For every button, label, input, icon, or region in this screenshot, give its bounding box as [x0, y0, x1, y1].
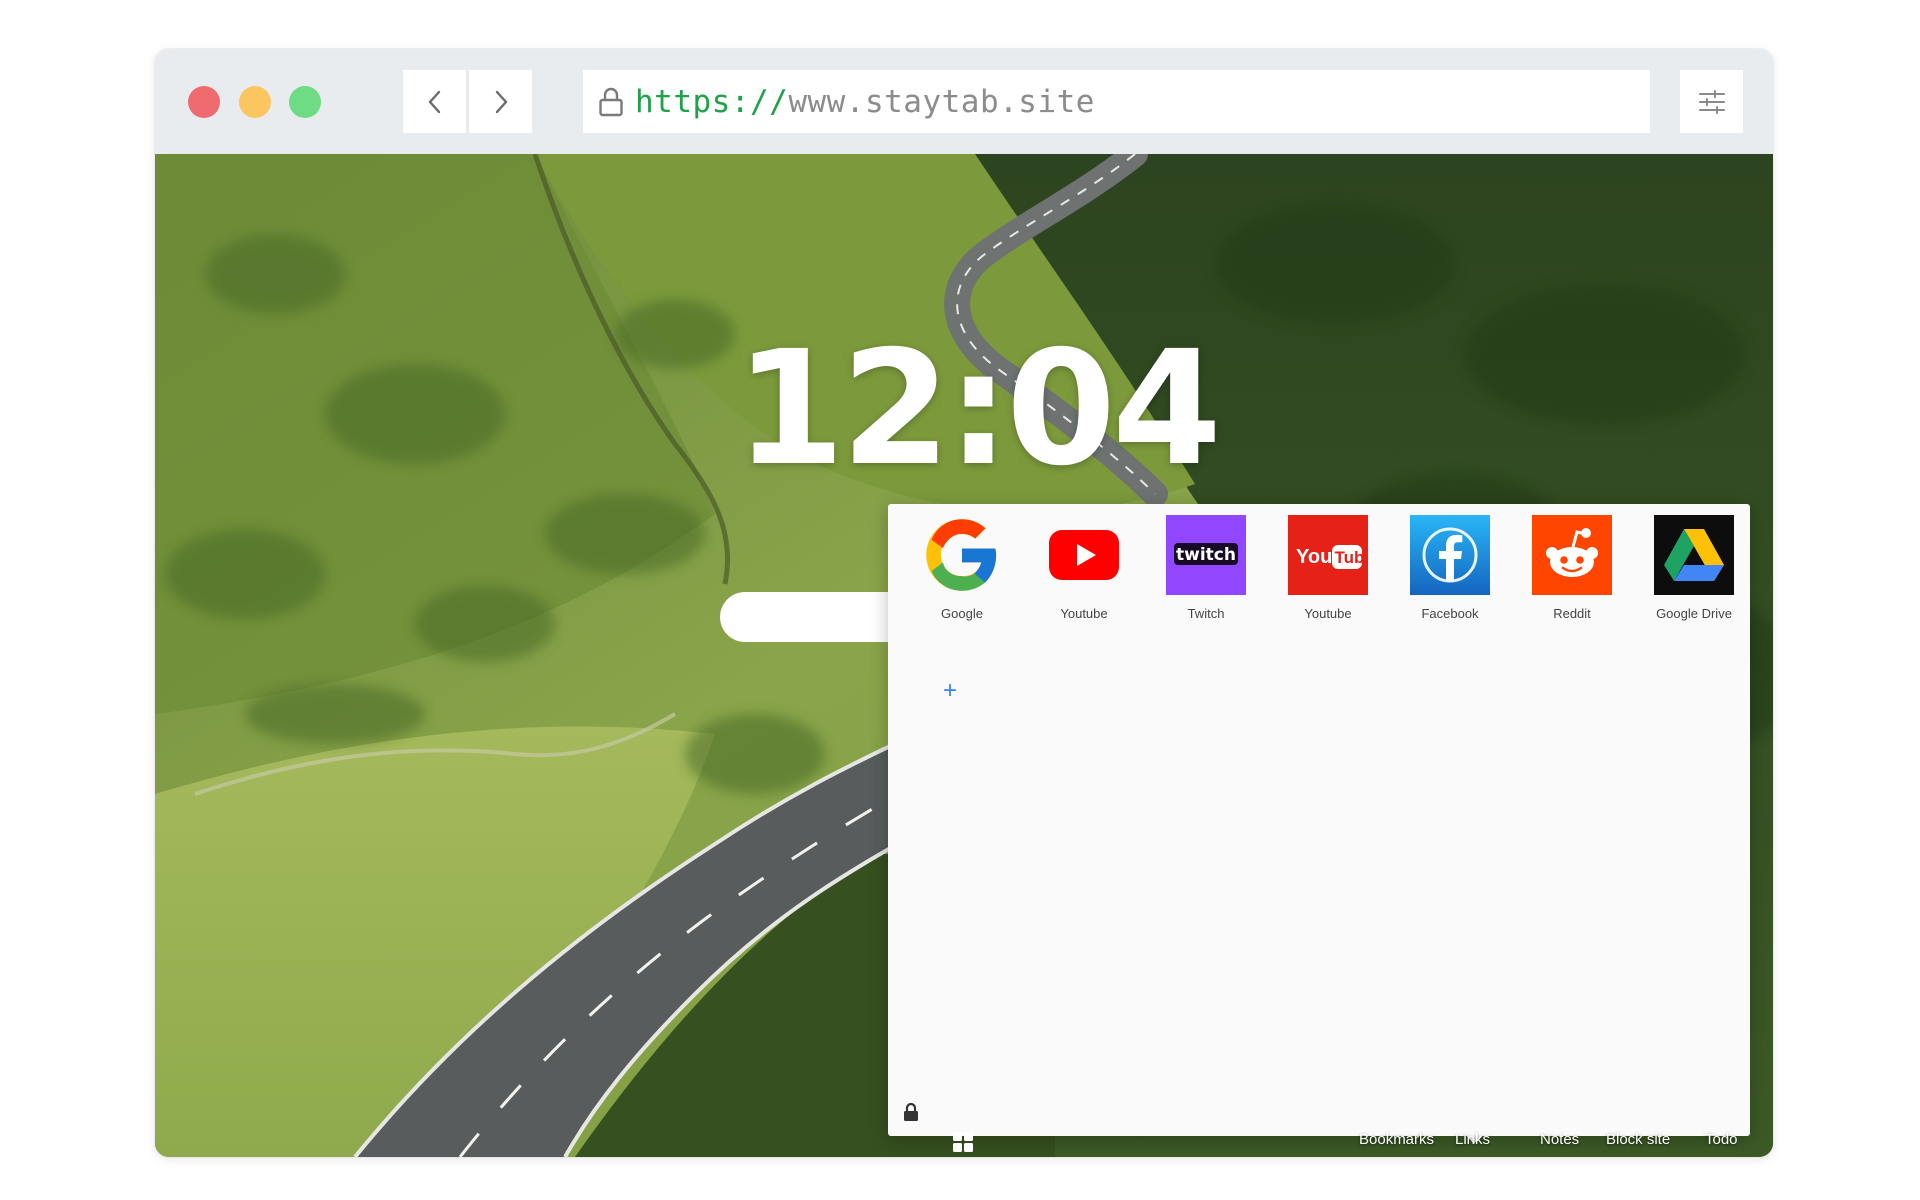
bottom-nav: Bookmarks Links Notes Block site Todo [155, 1124, 1773, 1157]
link-google-drive[interactable]: Google Drive [1633, 515, 1755, 621]
close-window-button[interactable] [188, 86, 220, 118]
links-grid: Google Youtube twitch Twitch You Tub You… [901, 515, 1755, 621]
newtab-page: 12:04 Google Youtube twitch Twitch You T… [155, 154, 1773, 1157]
links-panel: Google Youtube twitch Twitch You Tub You… [888, 504, 1750, 1136]
svg-text:twitch: twitch [1176, 545, 1236, 565]
browser-toolbar: https://www.staytab.site [155, 49, 1773, 154]
url-host: www.staytab.site [788, 83, 1095, 120]
youtube-logo-icon: You Tube [1288, 515, 1368, 595]
link-twitch[interactable]: twitch Twitch [1145, 515, 1267, 621]
link-label: Youtube [1060, 606, 1108, 621]
link-facebook[interactable]: Facebook [1389, 515, 1511, 621]
svg-text:You: You [1296, 546, 1332, 568]
link-youtube[interactable]: Youtube [1023, 515, 1145, 621]
url-scheme: https:// [635, 83, 789, 120]
lock-icon [597, 86, 625, 118]
forward-button[interactable] [469, 70, 532, 133]
svg-text:Tube: Tube [1335, 548, 1369, 567]
link-label: Youtube [1304, 606, 1352, 621]
browser-window: https://www.staytab.site 12:04 Google Yo… [155, 49, 1773, 1157]
link-label: Google Drive [1656, 606, 1732, 621]
link-label: Google [941, 606, 983, 621]
browser-menu-button[interactable] [1680, 70, 1743, 133]
twitch-icon: twitch [1166, 515, 1246, 595]
nav-notes[interactable]: Notes [1540, 1131, 1579, 1148]
link-youtube-2[interactable]: You Tube Youtube [1267, 515, 1389, 621]
link-label: Facebook [1421, 606, 1479, 621]
link-label: Twitch [1187, 606, 1225, 621]
url-text: https://www.staytab.site [635, 84, 1095, 120]
nav-block-site[interactable]: Block site [1606, 1131, 1670, 1148]
youtube-play-icon [1044, 515, 1124, 595]
maximize-window-button[interactable] [289, 86, 321, 118]
nav-links[interactable]: Links [1455, 1131, 1490, 1148]
nav-todo[interactable]: Todo [1705, 1131, 1738, 1148]
minimize-window-button[interactable] [239, 86, 271, 118]
chevron-left-icon [428, 90, 440, 113]
nav-bookmarks[interactable]: Bookmarks [1359, 1131, 1434, 1148]
google-icon [922, 515, 1002, 595]
link-label: Reddit [1553, 606, 1591, 621]
facebook-icon [1410, 515, 1490, 595]
sliders-icon [1698, 89, 1725, 114]
back-button[interactable] [403, 70, 466, 133]
chevron-right-icon [495, 90, 507, 113]
reddit-icon [1532, 515, 1612, 595]
add-link-button[interactable]: + [936, 677, 964, 705]
google-drive-icon [1654, 515, 1734, 595]
link-reddit[interactable]: Reddit [1511, 515, 1633, 621]
apps-grid-icon[interactable] [952, 1131, 974, 1157]
clock-time: 12:04 [735, 317, 1222, 501]
address-bar[interactable]: https://www.staytab.site [583, 70, 1650, 133]
link-google[interactable]: Google [901, 515, 1023, 621]
